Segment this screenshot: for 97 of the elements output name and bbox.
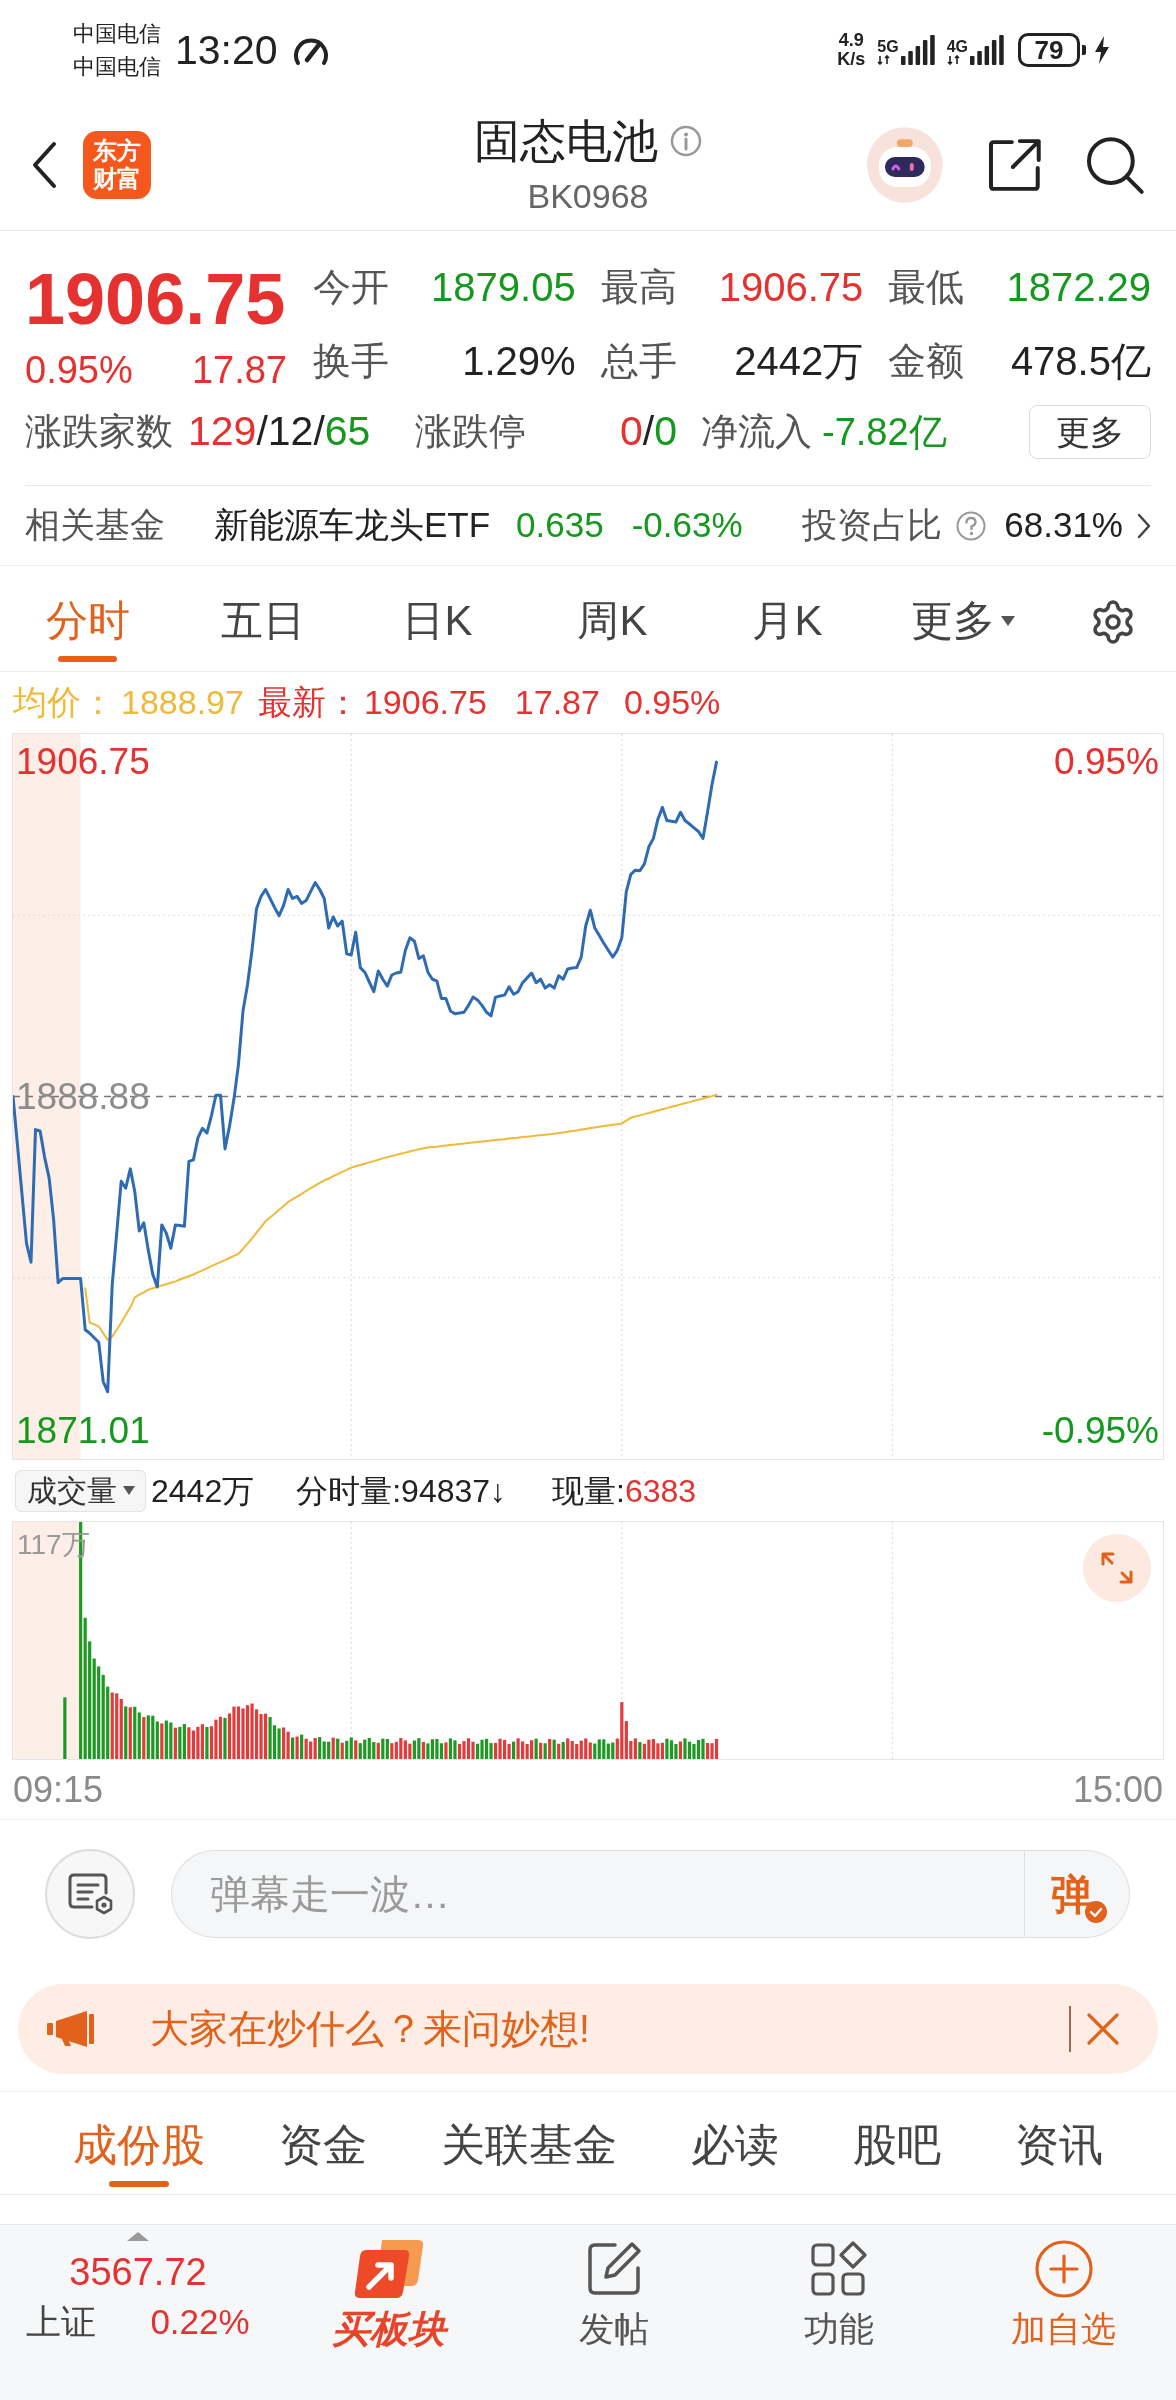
stat-label: 最高 — [600, 264, 677, 310]
danmaku-input[interactable]: 弹幕走一波… — [171, 1850, 1024, 1938]
dropdown-caret-icon — [122, 1486, 135, 1495]
net-inflow-value: -7.82亿 — [822, 409, 947, 455]
holding-ratio-label: 投资占比 — [802, 504, 943, 547]
change-amount: 17.87 — [191, 348, 287, 393]
percent-axis-label: 0.95% — [1054, 740, 1159, 784]
stat-label: 最低 — [888, 264, 965, 310]
fund-price: 0.635 — [516, 504, 604, 547]
net-inflow-label: 净流入 — [701, 410, 812, 455]
battery-indicator: 79 — [1018, 33, 1086, 67]
stat-label: 金额 — [888, 338, 965, 384]
related-fund-label: 相关基金 — [25, 504, 165, 547]
back-chevron-icon — [31, 141, 57, 189]
section-tab[interactable]: 股吧 — [853, 2119, 941, 2187]
data-arrows-icon — [946, 55, 961, 65]
y-axis-label: 1888.88 — [16, 1074, 150, 1119]
y-axis-label: 1871.01 — [16, 1408, 150, 1453]
limit-value: 0/0 — [619, 407, 677, 457]
signal-strength-icon — [970, 35, 1004, 65]
chart-period-tab[interactable]: 更多 — [875, 596, 1050, 662]
last-price: 1906.75 — [25, 259, 286, 339]
latest-change-value: 17.87 — [514, 682, 600, 723]
section-tab[interactable]: 成份股 — [73, 2119, 205, 2187]
current-volume: 现量:6383 — [552, 1471, 697, 1511]
section-tab[interactable]: 必读 — [691, 2119, 779, 2187]
toolbar-action[interactable]: 发帖 — [501, 2225, 726, 2400]
chart-period-tab[interactable]: 月K — [700, 596, 875, 662]
stat-label: 换手 — [313, 338, 389, 384]
total-volume: 2442万 — [151, 1471, 255, 1511]
change-percent: 0.95% — [25, 348, 133, 393]
chart-period-tab[interactable]: 五日 — [175, 596, 350, 662]
holding-ratio-value: 68.31% — [1004, 504, 1123, 547]
promo-text: 大家在炒什么？来问妙想! — [150, 2005, 590, 2052]
carrier-name: 中国电信 — [73, 53, 161, 81]
stat-value: 1872.29 — [1006, 264, 1151, 311]
app-grid-icon — [810, 2241, 867, 2297]
percent-axis-label: -0.95% — [1041, 1409, 1159, 1453]
sector-code: BK0968 — [527, 176, 649, 216]
chart-period-tab[interactable]: 分时 — [0, 596, 175, 662]
fund-name[interactable]: 新能源车龙头ETF — [214, 499, 491, 552]
add-circle-icon — [1034, 2240, 1093, 2298]
chevron-right-icon[interactable] — [1137, 512, 1151, 539]
limit-label: 涨跌停 — [415, 410, 526, 455]
app-logo: 东方 财富 — [83, 131, 151, 199]
info-icon[interactable] — [670, 125, 702, 157]
index-name: 上证 — [26, 2301, 97, 2343]
latest-change-percent: 0.95% — [623, 682, 721, 723]
breadth-value: 129/12/65 — [188, 407, 371, 457]
stat-label: 今开 — [313, 264, 389, 310]
average-price-value: 1888.97 — [121, 682, 244, 723]
minute-volume: 分时量:94837↓ — [296, 1471, 507, 1511]
volume-bar — [63, 1697, 67, 1759]
close-button[interactable] — [1085, 2011, 1121, 2047]
expand-icon[interactable] — [1083, 1534, 1151, 1602]
stat-value: 1906.75 — [718, 264, 864, 311]
stat-label: 总手 — [600, 338, 677, 384]
breadth-label: 涨跌家数 — [25, 410, 173, 455]
carrier-name: 中国电信 — [73, 20, 161, 48]
average-price-label: 均价： — [13, 682, 115, 723]
dropdown-caret-icon — [1000, 616, 1015, 626]
y-axis-label: 1906.75 — [16, 740, 150, 785]
more-button[interactable]: 更多 — [1029, 405, 1151, 459]
data-arrows-icon — [877, 55, 892, 65]
section-tab[interactable]: 资讯 — [1015, 2119, 1103, 2187]
fund-change: -0.63% — [631, 504, 743, 547]
toolbar-action[interactable]: 功能 — [726, 2225, 951, 2400]
index-value: 3567.72 — [69, 2250, 207, 2295]
time-axis-label: 15:00 — [1072, 1767, 1163, 1812]
charging-bolt-icon — [1094, 36, 1110, 64]
stat-value: 1.29% — [462, 338, 576, 385]
document-gear-icon — [66, 1871, 114, 1917]
page-title: 固态电池 — [474, 114, 658, 168]
search-icon[interactable] — [1085, 135, 1145, 195]
time-axis-label: 09:15 — [13, 1767, 104, 1812]
clock-time: 13:20 — [175, 26, 278, 74]
network-type: 5G — [877, 38, 899, 55]
toolbar-action[interactable]: 买板块 — [276, 2225, 501, 2400]
index-change: 0.22% — [150, 2301, 250, 2343]
collapse-caret-icon[interactable] — [127, 2232, 149, 2241]
stat-value: 478.5亿 — [1010, 338, 1151, 385]
network-type: 4G — [946, 38, 968, 55]
network-speed: 4.9 K/s — [837, 31, 866, 69]
help-icon[interactable] — [956, 510, 987, 541]
section-tab[interactable]: 资金 — [279, 2119, 367, 2187]
chart-period-tab[interactable]: 日K — [350, 596, 525, 662]
stat-value: 1879.05 — [431, 264, 576, 311]
latest-price-value: 1906.75 — [363, 682, 487, 723]
robot-assistant-icon[interactable] — [867, 127, 943, 203]
section-tab[interactable]: 关联基金 — [441, 2119, 617, 2187]
signal-strength-icon — [900, 35, 935, 65]
chart-period-tab[interactable]: 周K — [525, 596, 700, 662]
close-icon — [1086, 2012, 1120, 2046]
latest-price-label: 最新： — [257, 682, 360, 723]
megaphone-icon — [47, 2010, 95, 2048]
stat-value: 2442万 — [734, 338, 864, 385]
indicator-select[interactable]: 成交量 — [15, 1469, 146, 1512]
